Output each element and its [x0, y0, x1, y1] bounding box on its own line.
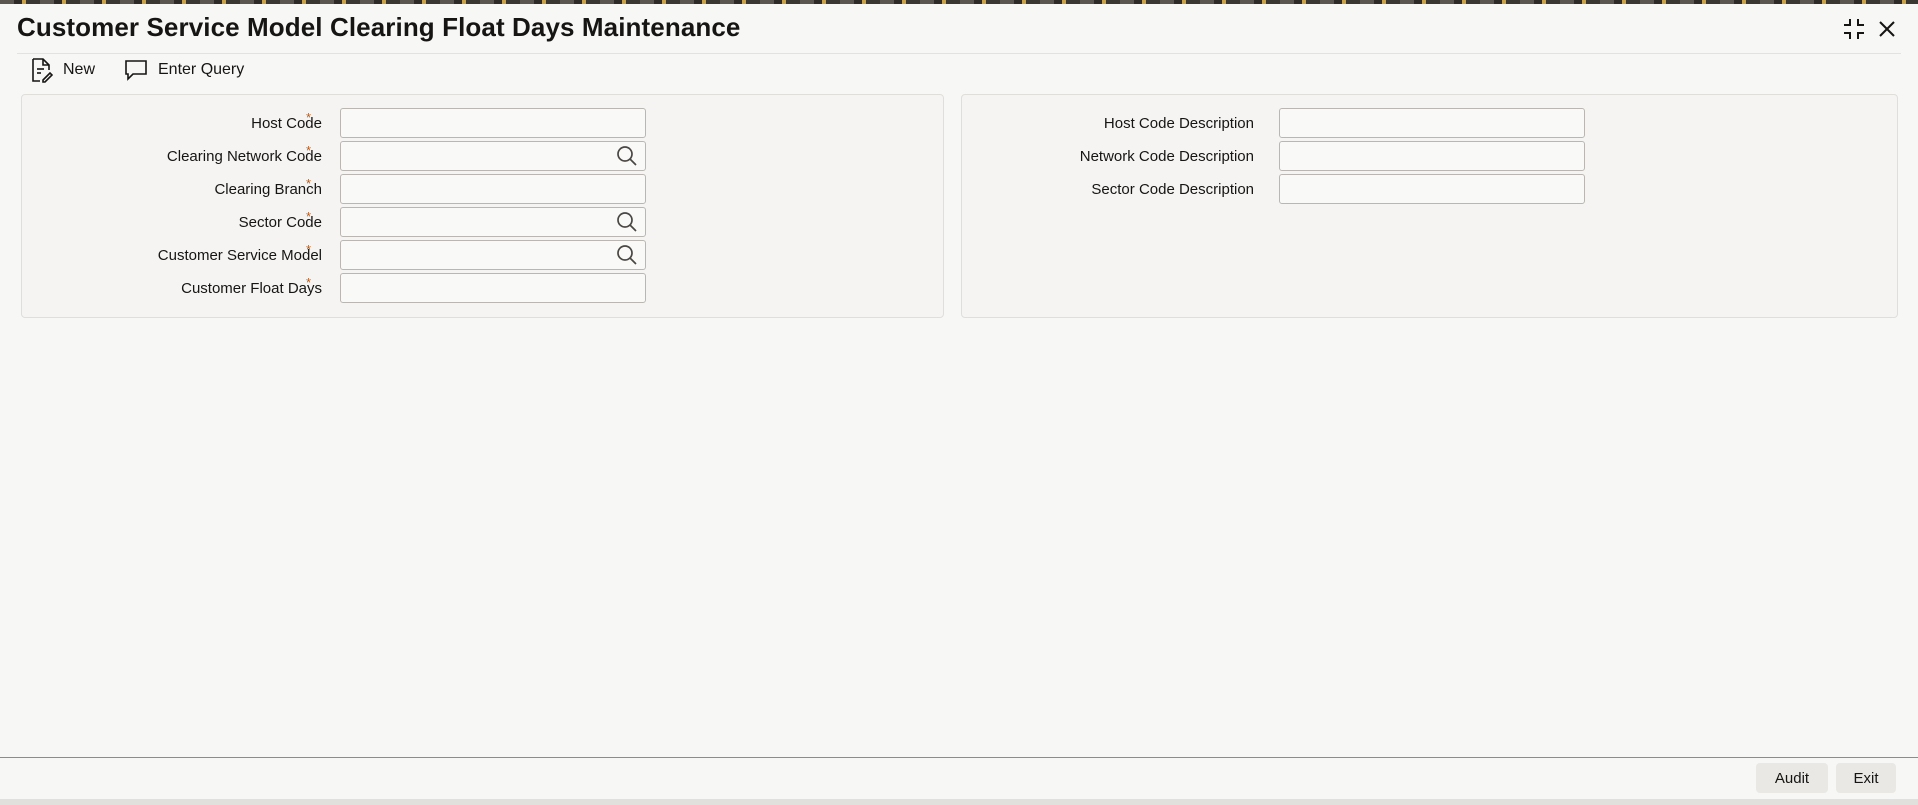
clearing-branch-row: Clearing Branch — [22, 174, 322, 204]
top-decorative-strip — [0, 0, 1918, 4]
host-code-description-row: Host Code Description — [962, 108, 1254, 138]
sector-code-lookup-button[interactable] — [614, 209, 640, 235]
search-icon — [617, 212, 637, 232]
customer-service-model-lookup-button[interactable] — [614, 242, 640, 268]
network-code-description-input[interactable] — [1279, 141, 1585, 171]
clearing-network-code-required-marker: * — [306, 143, 312, 158]
clearing-network-code-row: Clearing Network Code — [22, 141, 322, 171]
new-document-icon — [32, 58, 53, 83]
sector-code-input[interactable] — [340, 207, 646, 237]
customer-service-model-label: Customer Service Model — [157, 246, 322, 264]
sector-code-description-input[interactable] — [1279, 174, 1585, 204]
audit-button[interactable]: Audit — [1756, 763, 1828, 793]
host-code-input[interactable] — [340, 108, 646, 138]
clearing-branch-input[interactable] — [340, 174, 646, 204]
host-code-label: Host Code — [251, 114, 322, 132]
host-code-description-label: Host Code Description — [1103, 114, 1254, 132]
host-code-required-marker: * — [306, 110, 312, 125]
search-icon — [617, 146, 637, 166]
clearing-network-code-label: Clearing Network Code — [166, 147, 322, 165]
customer-service-model-required-marker: * — [306, 242, 312, 257]
title-divider — [17, 53, 1901, 54]
speech-bubble-icon — [125, 60, 147, 81]
sector-code-required-marker: * — [306, 209, 312, 224]
host-code-row: Host Code — [22, 108, 322, 138]
footer-divider — [0, 757, 1918, 758]
customer-service-model-row: Customer Service Model — [22, 240, 322, 270]
bottom-bar — [0, 799, 1918, 805]
customer-float-days-row: Customer Float Days — [22, 273, 322, 303]
close-button[interactable] — [1872, 14, 1902, 44]
clearing-branch-required-marker: * — [306, 176, 312, 191]
clearing-network-code-lookup-button[interactable] — [614, 143, 640, 169]
network-code-description-row: Network Code Description — [962, 141, 1254, 171]
customer-service-model-input[interactable] — [340, 240, 646, 270]
sector-code-description-label: Sector Code Description — [1091, 180, 1254, 198]
page-title: Customer Service Model Clearing Float Da… — [17, 12, 741, 42]
search-icon — [617, 245, 637, 265]
network-code-description-label: Network Code Description — [1079, 147, 1254, 165]
maximize-icon — [1844, 19, 1864, 39]
maximize-button[interactable] — [1839, 14, 1869, 44]
main-fields-panel: Host Code * Clearing Network Code * Clea… — [21, 94, 944, 318]
customer-float-days-input[interactable] — [340, 273, 646, 303]
sector-code-row: Sector Code — [22, 207, 322, 237]
enter-query-label: Enter Query — [158, 61, 245, 78]
description-panel: Host Code Description Network Code Descr… — [961, 94, 1898, 318]
clearing-network-code-input[interactable] — [340, 141, 646, 171]
exit-button[interactable]: Exit — [1836, 763, 1896, 793]
host-code-description-input[interactable] — [1279, 108, 1585, 138]
sector-code-description-row: Sector Code Description — [962, 174, 1254, 204]
enter-query-button[interactable]: Enter Query — [124, 55, 244, 85]
customer-float-days-required-marker: * — [306, 275, 312, 290]
close-icon — [1879, 21, 1895, 37]
customer-float-days-label: Customer Float Days — [181, 279, 322, 297]
new-button[interactable]: New — [29, 55, 95, 85]
new-label: New — [63, 61, 96, 78]
